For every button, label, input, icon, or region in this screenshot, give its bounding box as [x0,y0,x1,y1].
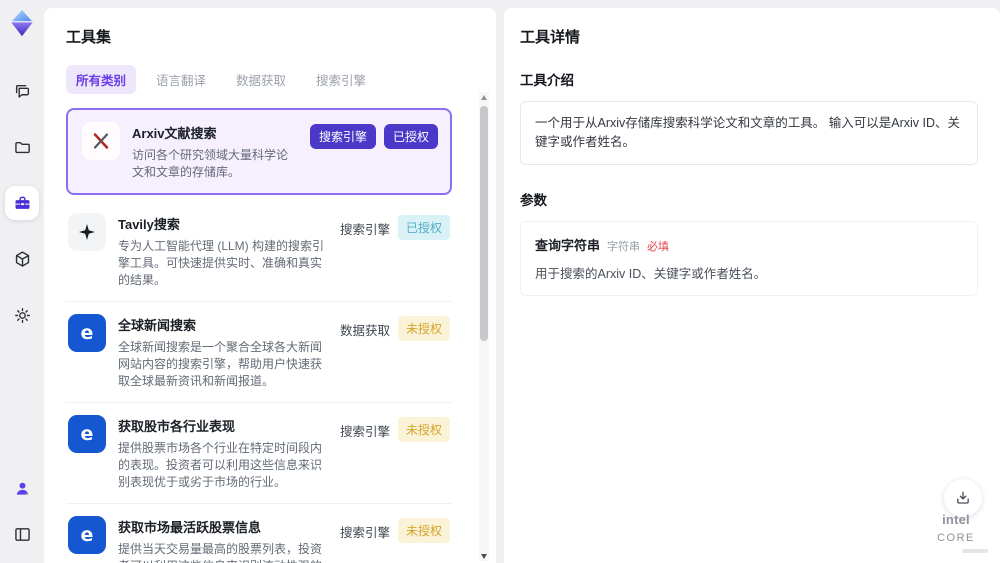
tool-list-scrollbar[interactable] [479,92,489,561]
tool-desc: 专为人工智能代理 (LLM) 构建的搜索引擎工具。可快速提供实时、准确和真实的结… [118,239,325,287]
app-rail [0,0,44,563]
category-label: 搜索引擎 [339,223,390,237]
tool-desc: 全球新闻搜索是一个聚合全球各大新闻网站内容的搜索引擎，帮助用户快速获取全球最新资… [118,340,323,388]
panel-toggle-icon[interactable] [5,517,39,551]
auth-status-badge: 未授权 [397,316,450,341]
param-name: 查询字符串 [535,237,601,253]
param-required-badge: 必填 [647,240,670,253]
tool-desc: 提供股票市场各个行业在特定时间段内的表现。投资者可以利用这些信息来识别表现优于或… [118,441,323,489]
tool-card-body: Tavily搜索 专为人工智能代理 (LLM) 构建的搜索引擎工具。可快速提供实… [118,213,328,289]
details-title: 工具详情 [520,29,581,46]
auth-status-badge: 未授权 [397,518,450,543]
scroll-down-arrow-icon[interactable] [479,551,489,561]
tool-card-body: 全球新闻搜索 全球新闻搜索是一个聚合全球各大新闻网站内容的搜索引擎，帮助用户快速… [118,314,328,390]
auth-status-badge: 已授权 [383,124,438,149]
user-icon[interactable] [5,471,39,505]
category-tabs: 所有类别 语言翻译 数据获取 搜索引擎 [66,65,474,94]
settings-icon[interactable] [5,298,39,332]
category-badge: 搜索引擎 [309,124,376,149]
param-box: 查询字符串 字符串 必填 用于搜索的Arxiv ID、关键字或作者姓名。 [520,220,978,296]
tool-card-tavily[interactable]: Tavily搜索 专为人工智能代理 (LLM) 构建的搜索引擎工具。可快速提供实… [66,201,452,302]
chat-icon[interactable] [5,74,39,108]
tool-card-meta: 数据获取 未授权 [340,314,450,390]
tool-card-meta: 搜索引擎 未授权 [340,415,450,491]
toolbox-icon[interactable] [5,186,39,220]
app-logo-gem-icon [7,8,37,38]
tool-card-meta: 搜索引擎 已授权 [340,213,450,289]
tool-desc: 访问各个研究领域大量科学论文和文章的存储库。 [132,148,289,179]
tool-card-arxiv[interactable]: Arxiv文献搜索 访问各个研究领域大量科学论文和文章的存储库。 搜索引擎 已授… [66,108,452,195]
intel-logo-text: intel [942,511,970,527]
category-label: 搜索引擎 [339,526,390,540]
auth-status-badge: 已授权 [397,215,450,240]
tool-card-body: 获取股市各行业表现 提供股票市场各个行业在特定时间段内的表现。投资者可以利用这些… [118,415,328,491]
folder-icon[interactable] [5,130,39,164]
intro-heading: 工具介绍 [520,73,574,88]
param-head: 查询字符串 字符串 必填 [535,235,963,254]
tool-card-body: 获取市场最活跃股票信息 提供当天交易量最高的股票列表，投资者可以利用这些信息来识… [118,516,328,563]
auth-status-badge: 未授权 [397,417,450,442]
tab-all-categories[interactable]: 所有类别 [66,65,137,94]
intro-box: 一个用于从Arxiv存储库搜索科学论文和文章的工具。 输入可以是Arxiv ID… [520,101,978,165]
tool-card-meta: 搜索引擎 未授权 [340,516,450,563]
tool-card-stock-sectors[interactable]: e 获取股市各行业表现 提供股票市场各个行业在特定时间段内的表现。投资者可以利用… [66,403,452,504]
scroll-up-arrow-icon[interactable] [479,92,489,102]
blue-e-icon: e [68,516,106,554]
toolset-panel: 工具集 所有类别 语言翻译 数据获取 搜索引擎 Arxiv文献搜索 访问各个研究… [44,8,496,563]
tool-card-global-news[interactable]: e 全球新闻搜索 全球新闻搜索是一个聚合全球各大新闻网站内容的搜索引擎，帮助用户… [66,302,452,403]
tool-name: Arxiv文献搜索 [132,126,217,141]
tool-card-body: Arxiv文献搜索 访问各个研究领域大量科学论文和文章的存储库。 [132,122,298,181]
tab-language-translation[interactable]: 语言翻译 [146,65,216,94]
blue-e-icon: e [68,415,106,453]
category-label: 数据获取 [339,324,390,338]
cube-icon[interactable] [5,242,39,276]
tool-details-panel: 工具详情 工具介绍 一个用于从Arxiv存储库搜索科学论文和文章的工具。 输入可… [504,8,1000,563]
toolset-title: 工具集 [66,29,112,46]
blue-e-icon: e [68,314,106,352]
tool-card-meta: 搜索引擎 已授权 [309,122,438,181]
scrollbar-thumb[interactable] [480,106,488,341]
download-tray-icon [957,491,969,504]
intel-core-logo: intel CORE [924,511,988,553]
param-desc: 用于搜索的Arxiv ID、关键字或作者姓名。 [535,266,767,281]
arxiv-icon [82,122,120,160]
category-label: 搜索引擎 [339,425,390,439]
tool-name: Tavily搜索 [118,217,180,232]
tab-search-engine[interactable]: 搜索引擎 [306,65,376,94]
tavily-star-icon [68,213,106,251]
params-heading: 参数 [520,192,547,208]
tool-list: Arxiv文献搜索 访问各个研究领域大量科学论文和文章的存储库。 搜索引擎 已授… [66,108,474,563]
tool-name: 获取市场最活跃股票信息 [118,520,262,535]
main-area: 工具集 所有类别 语言翻译 数据获取 搜索引擎 Arxiv文献搜索 访问各个研究… [44,0,1000,563]
tool-card-active-stocks[interactable]: e 获取市场最活跃股票信息 提供当天交易量最高的股票列表，投资者可以利用这些信息… [66,504,452,563]
param-type: 字符串 [607,240,641,253]
tab-data-fetching[interactable]: 数据获取 [226,65,296,94]
tool-name: 获取股市各行业表现 [118,419,236,434]
brand-sub-bar [962,549,988,553]
core-logo-text: CORE [937,532,975,545]
tool-name: 全球新闻搜索 [118,318,197,333]
tool-desc: 提供当天交易量最高的股票列表，投资者可以利用这些信息来识别流动性强的股票和潜在的… [118,542,323,563]
